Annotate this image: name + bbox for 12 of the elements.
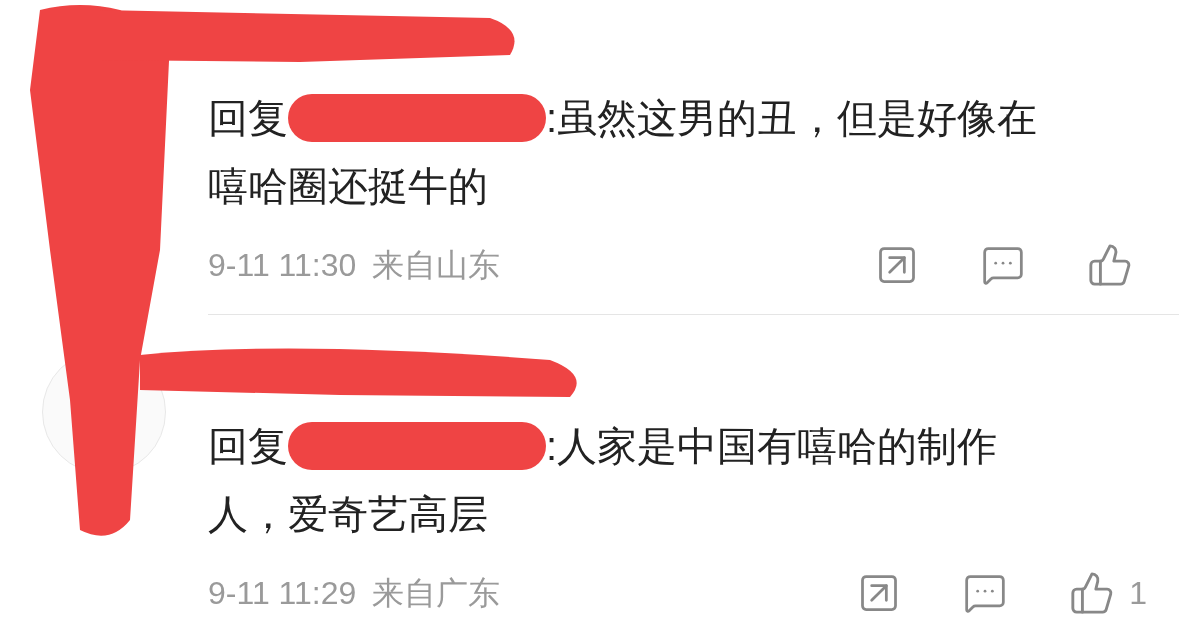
comment-text: :人家是中国有嘻哈的制作	[546, 423, 998, 470]
comment-location: 来自山东	[372, 246, 501, 285]
like-count: 1	[1129, 574, 1147, 613]
comment-text: 人，爱奇艺高层	[208, 491, 488, 538]
like-icon[interactable]	[1087, 242, 1133, 288]
reply-label: 回复	[208, 423, 288, 470]
comment-location: 来自广东	[372, 574, 501, 613]
comment-time: 9-11 11:29	[208, 574, 357, 613]
comment-time: 9-11 11:30	[208, 246, 357, 285]
comment-text: :虽然这男的丑，但是好像在	[546, 95, 1038, 142]
comment-text: 嘻哈圈还挺牛的	[208, 163, 488, 210]
reply-label: 回复	[208, 95, 288, 142]
